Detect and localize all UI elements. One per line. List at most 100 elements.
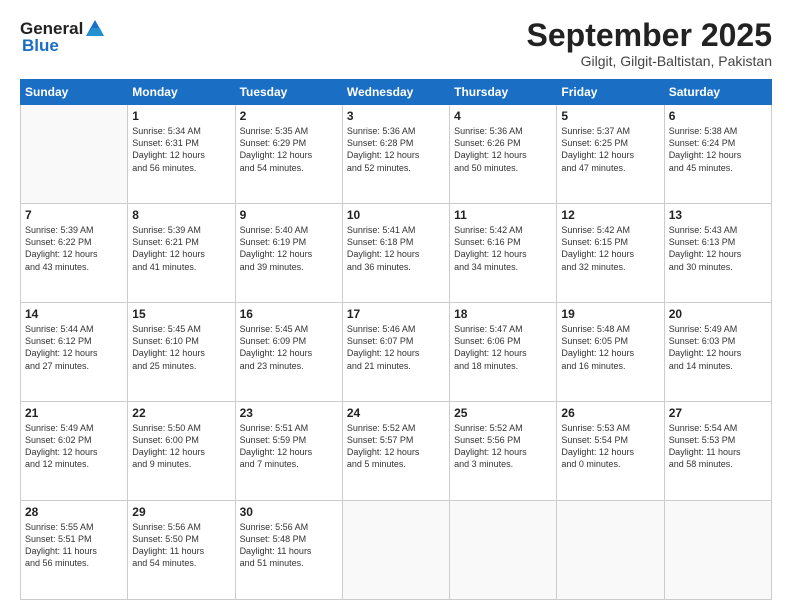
day-number: 10 [347,208,445,222]
cell-line: Sunset: 5:50 PM [132,533,230,545]
logo-icon [84,18,106,40]
calendar-cell: 27Sunrise: 5:54 AMSunset: 5:53 PMDayligh… [664,402,771,501]
cell-line: Sunrise: 5:52 AM [347,422,445,434]
calendar-cell: 19Sunrise: 5:48 AMSunset: 6:05 PMDayligh… [557,303,664,402]
calendar-header-monday: Monday [128,80,235,105]
day-number: 25 [454,406,552,420]
cell-line: Sunrise: 5:55 AM [25,521,123,533]
cell-line: Daylight: 12 hours [561,149,659,161]
cell-line: Sunset: 5:48 PM [240,533,338,545]
cell-line: Sunset: 6:26 PM [454,137,552,149]
cell-line: Daylight: 12 hours [240,248,338,260]
calendar-cell [664,501,771,600]
calendar-header-thursday: Thursday [450,80,557,105]
day-number: 23 [240,406,338,420]
logo-blue-text: Blue [22,36,59,56]
cell-line: Sunrise: 5:37 AM [561,125,659,137]
day-number: 19 [561,307,659,321]
cell-line: Daylight: 12 hours [25,347,123,359]
calendar-cell: 7Sunrise: 5:39 AMSunset: 6:22 PMDaylight… [21,204,128,303]
cell-line: and 39 minutes. [240,261,338,273]
cell-line: and 54 minutes. [240,162,338,174]
calendar-cell: 13Sunrise: 5:43 AMSunset: 6:13 PMDayligh… [664,204,771,303]
calendar-cell: 16Sunrise: 5:45 AMSunset: 6:09 PMDayligh… [235,303,342,402]
cell-line: Sunrise: 5:41 AM [347,224,445,236]
cell-line: Daylight: 12 hours [132,248,230,260]
day-number: 30 [240,505,338,519]
day-number: 15 [132,307,230,321]
cell-line: Daylight: 12 hours [25,446,123,458]
calendar-cell: 26Sunrise: 5:53 AMSunset: 5:54 PMDayligh… [557,402,664,501]
cell-line: Sunrise: 5:46 AM [347,323,445,335]
calendar-cell: 30 Sunrise: 5:56 AMSunset: 5:48 PMDayligh… [235,501,342,600]
day-number: 11 [454,208,552,222]
cell-line: Sunrise: 5:43 AM [669,224,767,236]
cell-line: Sunset: 6:22 PM [25,236,123,248]
calendar-header-tuesday: Tuesday [235,80,342,105]
day-number: 1 [132,109,230,123]
cell-line: Daylight: 12 hours [669,149,767,161]
header: General Blue September 2025 Gilgit, Gilg… [20,18,772,69]
calendar-cell: 24Sunrise: 5:52 AMSunset: 5:57 PMDayligh… [342,402,449,501]
cell-line: Daylight: 12 hours [240,149,338,161]
cell-line: Daylight: 12 hours [454,248,552,260]
day-number: 21 [25,406,123,420]
day-number: 2 [240,109,338,123]
cell-line: Sunset: 5:57 PM [347,434,445,446]
cell-line: Daylight: 12 hours [561,446,659,458]
cell-line: and 45 minutes. [669,162,767,174]
cell-line: and 21 minutes. [347,360,445,372]
calendar-week-3: 14Sunrise: 5:44 AMSunset: 6:12 PMDayligh… [21,303,772,402]
cell-line: and 54 minutes. [132,557,230,569]
cell-line: Sunrise: 5:47 AM [454,323,552,335]
page: General Blue September 2025 Gilgit, Gilg… [0,0,792,612]
calendar-cell: 10Sunrise: 5:41 AMSunset: 6:18 PMDayligh… [342,204,449,303]
calendar-cell: 3Sunrise: 5:36 AMSunset: 6:28 PMDaylight… [342,105,449,204]
day-number: 8 [132,208,230,222]
cell-line: and 41 minutes. [132,261,230,273]
cell-line: and 3 minutes. [454,458,552,470]
cell-line: Daylight: 12 hours [240,347,338,359]
day-number: 6 [669,109,767,123]
calendar-cell: 29Sunrise: 5:56 AMSunset: 5:50 PMDayligh… [128,501,235,600]
cell-line: Daylight: 11 hours [240,545,338,557]
cell-line: Sunrise: 5:45 AM [240,323,338,335]
day-number: 28 [25,505,123,519]
calendar-cell: 11Sunrise: 5:42 AMSunset: 6:16 PMDayligh… [450,204,557,303]
cell-line: Sunset: 5:59 PM [240,434,338,446]
cell-line: Daylight: 12 hours [132,446,230,458]
calendar-cell [450,501,557,600]
calendar-cell: 1Sunrise: 5:34 AMSunset: 6:31 PMDaylight… [128,105,235,204]
cell-line: Sunrise: 5:39 AM [132,224,230,236]
cell-line: Sunset: 5:54 PM [561,434,659,446]
cell-line: Daylight: 12 hours [347,248,445,260]
day-number: 3 [347,109,445,123]
cell-line: Daylight: 12 hours [347,149,445,161]
cell-line: and 14 minutes. [669,360,767,372]
cell-line: Sunset: 6:25 PM [561,137,659,149]
day-number: 12 [561,208,659,222]
cell-line: Daylight: 12 hours [454,347,552,359]
cell-line: and 51 minutes. [240,557,338,569]
cell-line: Sunset: 6:31 PM [132,137,230,149]
cell-line: Sunrise: 5:50 AM [132,422,230,434]
cell-line: Sunrise: 5:49 AM [669,323,767,335]
cell-line: Sunrise: 5:42 AM [561,224,659,236]
cell-line: Sunset: 6:28 PM [347,137,445,149]
day-number: 5 [561,109,659,123]
calendar-week-5: 28Sunrise: 5:55 AMSunset: 5:51 PMDayligh… [21,501,772,600]
calendar-cell: 25Sunrise: 5:52 AMSunset: 5:56 PMDayligh… [450,402,557,501]
calendar-cell [342,501,449,600]
cell-line: Daylight: 12 hours [454,149,552,161]
cell-line: Sunrise: 5:56 AM [240,521,338,533]
cell-line: Daylight: 12 hours [132,347,230,359]
calendar-cell: 5 Sunrise: 5:37 AMSunset: 6:25 PMDaylight… [557,105,664,204]
cell-line: and 23 minutes. [240,360,338,372]
cell-line: Sunset: 6:10 PM [132,335,230,347]
cell-line: Sunrise: 5:42 AM [454,224,552,236]
subtitle: Gilgit, Gilgit-Baltistan, Pakistan [527,53,772,69]
calendar-header-saturday: Saturday [664,80,771,105]
cell-line: Daylight: 11 hours [25,545,123,557]
day-number: 24 [347,406,445,420]
calendar-cell: 22Sunrise: 5:50 AMSunset: 6:00 PMDayligh… [128,402,235,501]
